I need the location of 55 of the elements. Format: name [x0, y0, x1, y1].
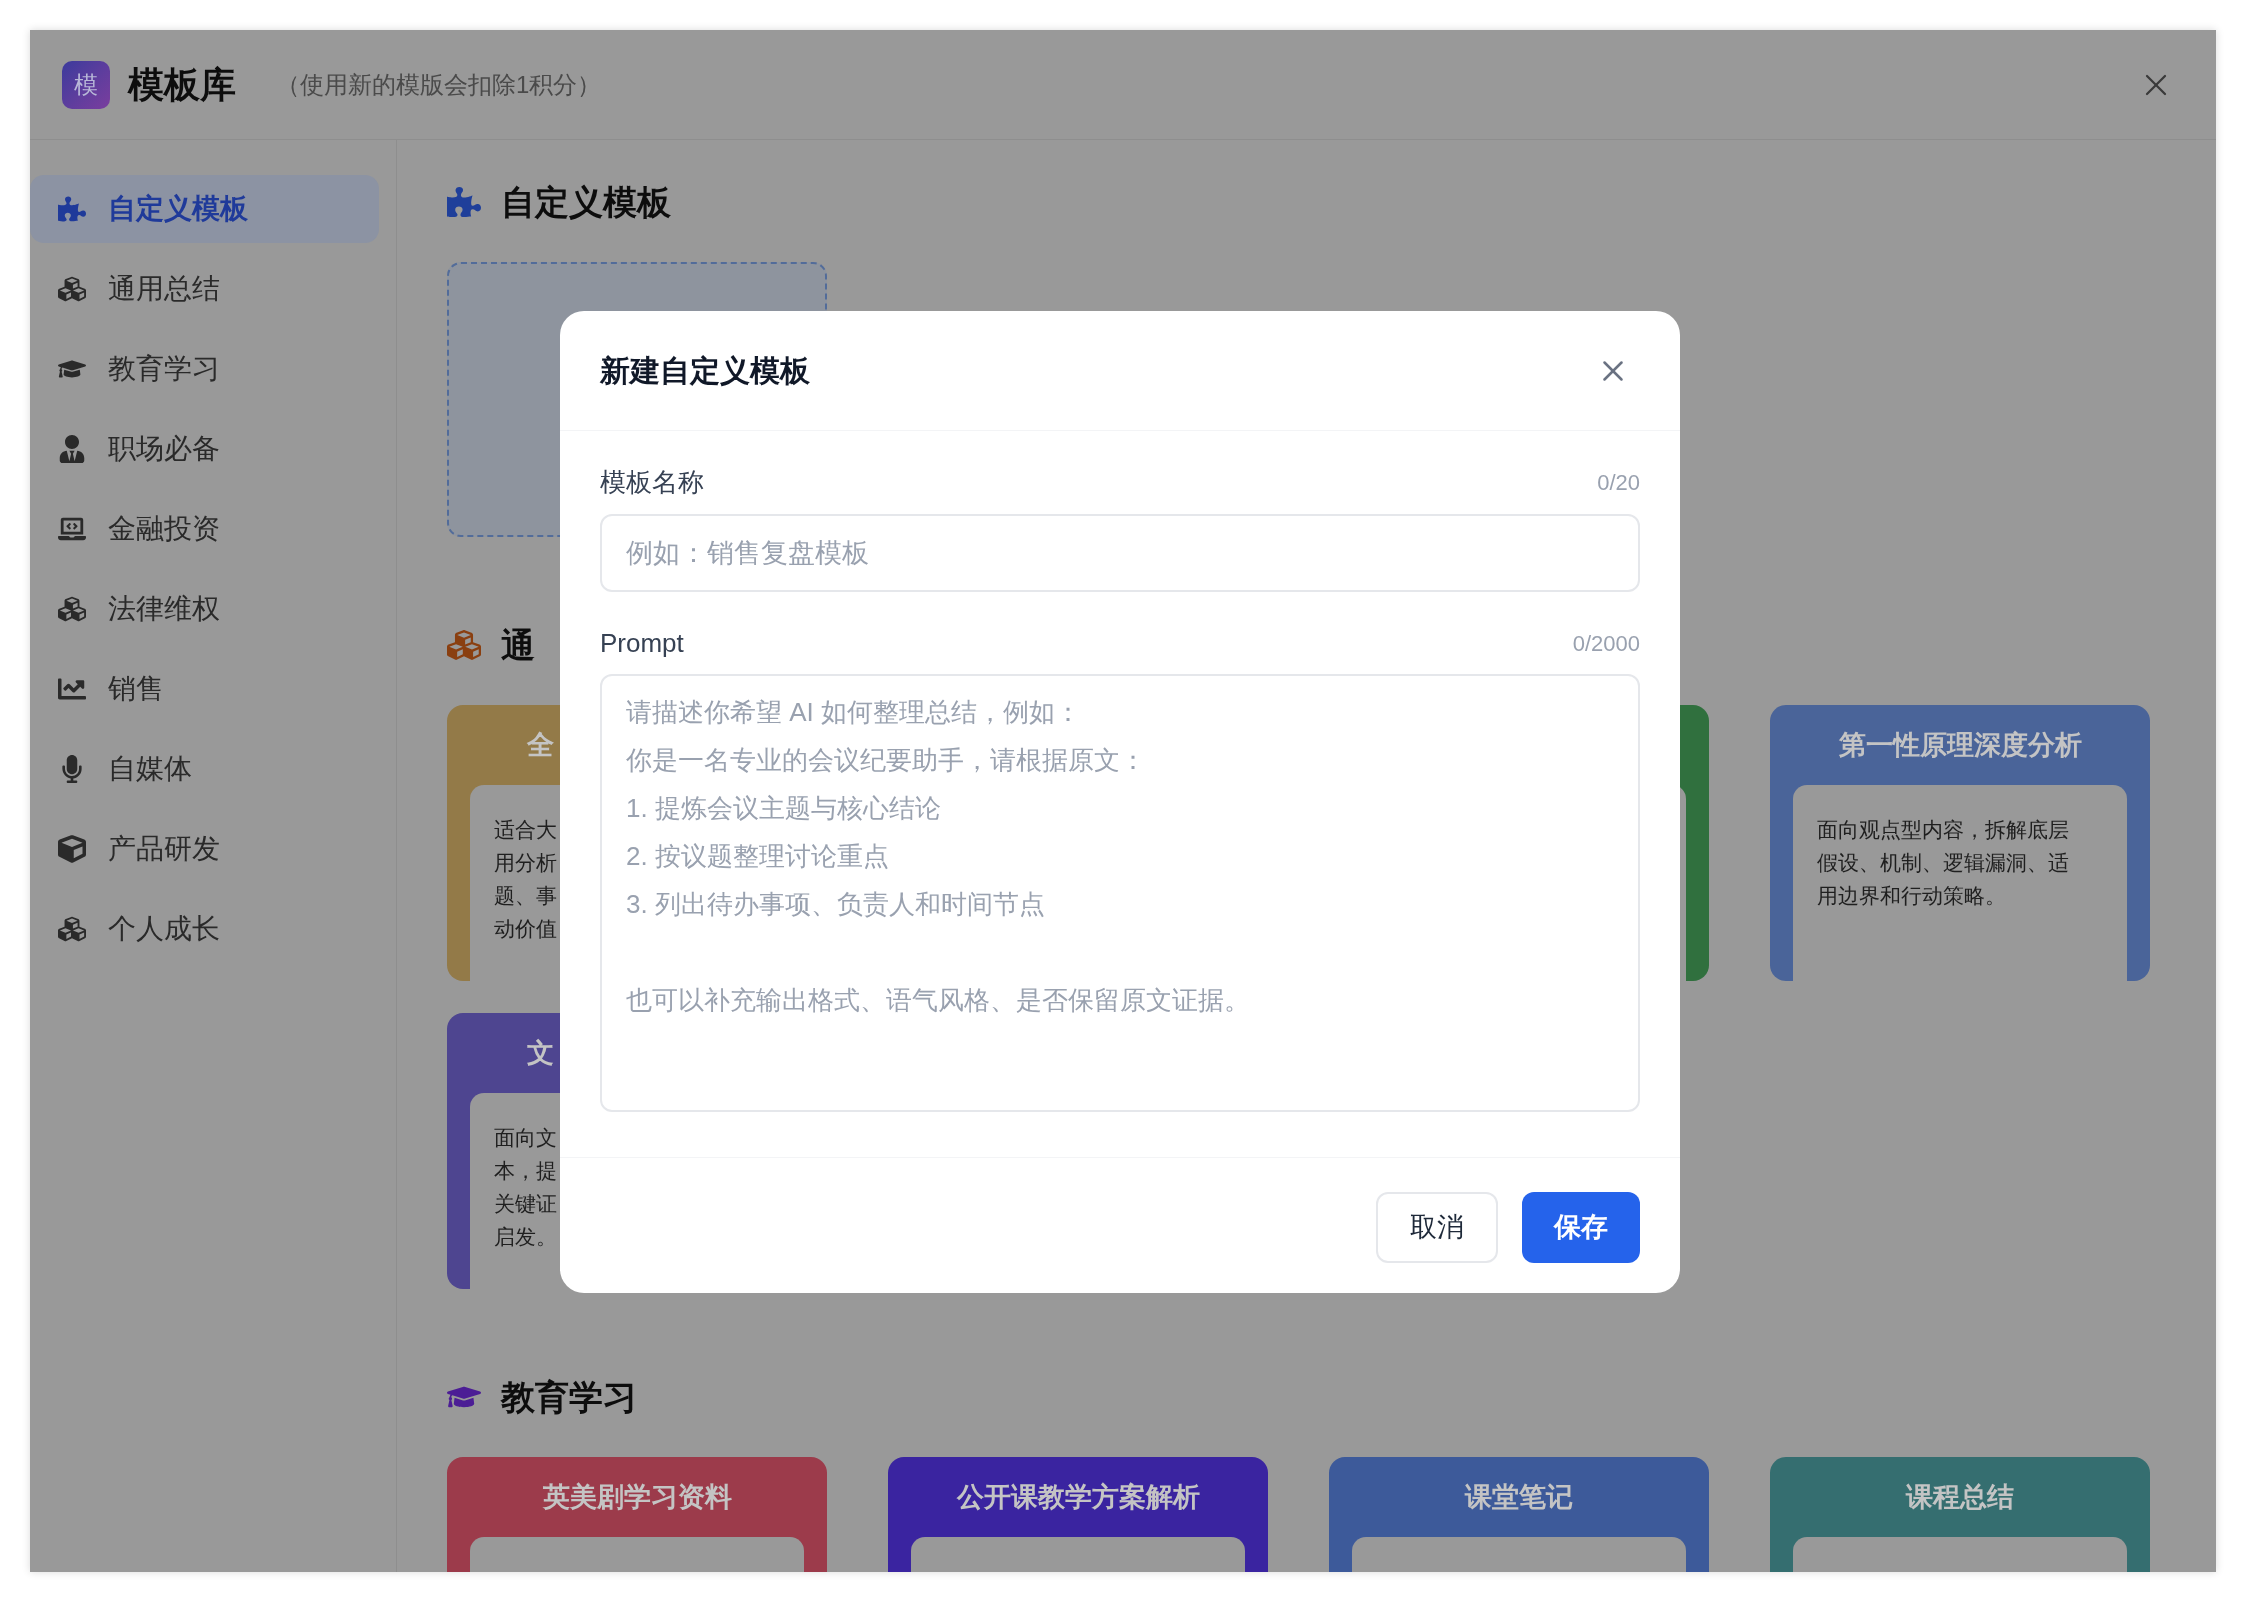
field-label: 模板名称 [600, 465, 704, 499]
template-name-field[interactable]: 例如：销售复盘模板 [600, 514, 1640, 592]
template-card[interactable]: 英美剧学习资料 [447, 1457, 827, 1572]
cancel-button[interactable]: 取消 [1376, 1192, 1498, 1263]
cubes-icon [58, 595, 86, 623]
placeholder-line: 你是一名专业的会议纪要助手，请根据原文： [626, 744, 1146, 777]
char-count: 0/20 [1597, 468, 1640, 497]
section-title: 自定义模板 [501, 181, 671, 223]
cubes-icon [447, 628, 481, 662]
cubes-icon [58, 915, 86, 943]
placeholder-line: 2. 按议题整理讨论重点 [626, 840, 889, 873]
template-card[interactable]: 课堂笔记 [1329, 1457, 1709, 1572]
card-title: 英美剧学习资料 [542, 1480, 732, 1514]
save-button[interactable]: 保存 [1522, 1192, 1640, 1263]
template-card[interactable]: 公开课教学方案解析 [888, 1457, 1268, 1572]
template-card[interactable]: 课程总结 [1770, 1457, 2150, 1572]
card-title: 课堂笔记 [1465, 1480, 1573, 1514]
puzzle-icon [447, 185, 481, 219]
sidebar-item[interactable]: 金融投资 [30, 495, 379, 563]
template-card[interactable]: 第一性原理深度分析 面向观点型内容，拆解底层假设、机制、逻辑漏洞、适用边界和行动策略。 [1770, 705, 2150, 981]
card-description: 面向文 本，提 关键证 启发。 [494, 1125, 557, 1250]
app-subtitle: （使用新的模版会扣除1积分） [276, 69, 602, 100]
laptop-icon [58, 515, 86, 543]
section-title: 教育学习 [501, 1376, 637, 1418]
sidebar-item[interactable]: 产品研发 [30, 815, 379, 883]
char-count: 0/2000 [1572, 629, 1640, 658]
puzzle-icon [58, 195, 86, 223]
cubes-icon [58, 275, 86, 303]
card-description: 面向观点型内容，拆解底层假设、机制、逻辑漏洞、适用边界和行动策略。 [1817, 817, 2070, 909]
app-title: 模板库 [128, 62, 236, 107]
sidebar-item[interactable]: 法律维权 [30, 575, 379, 643]
placeholder-line: 3. 列出待办事项、负责人和时间节点 [626, 888, 1045, 921]
section-title: 通 [501, 624, 535, 666]
sidebar-item[interactable]: 销售 [30, 655, 379, 723]
dialog-title: 新建自定义模板 [600, 353, 810, 389]
card-title: 全 [527, 728, 554, 762]
card-title: 文 [527, 1036, 554, 1070]
person-icon [58, 435, 86, 463]
card-title: 课程总结 [1906, 1480, 2014, 1514]
field-label: Prompt [600, 626, 684, 660]
sidebar-item[interactable]: 自定义模板 [30, 175, 379, 243]
sidebar-item[interactable]: 自媒体 [30, 735, 379, 803]
prompt-field[interactable]: 请描述你希望 AI 如何整理总结，例如： 你是一名专业的会议纪要助手，请根据原文： 1. 提炼会议主题与核心结论 2. 按议题整理讨论重点 3. 列出待办事项、负责人和时间节点 也可以补充输出格式、语气风格、是否保留原文证据。 [600, 674, 1640, 1112]
sidebar-item[interactable]: 教育学习 [30, 335, 379, 403]
card-description: 适合大 用分析 题、事 动价值 [494, 817, 557, 942]
placeholder-line: 请描述你希望 AI 如何整理总结，例如： [626, 696, 1081, 729]
placeholder-line: 1. 提炼会议主题与核心结论 [626, 792, 941, 825]
card-title: 第一性原理深度分析 [1838, 728, 2082, 762]
logo: 模 [62, 60, 110, 109]
card-title: 公开课教学方案解析 [956, 1480, 1200, 1514]
sidebar-item[interactable]: 通用总结 [30, 255, 379, 323]
placeholder-line: 也可以补充输出格式、语气风格、是否保留原文证据。 [626, 984, 1250, 1017]
sidebar-item[interactable]: 个人成长 [30, 895, 379, 963]
sidebar-item[interactable]: 职场必备 [30, 415, 379, 483]
cube-icon [58, 835, 86, 863]
